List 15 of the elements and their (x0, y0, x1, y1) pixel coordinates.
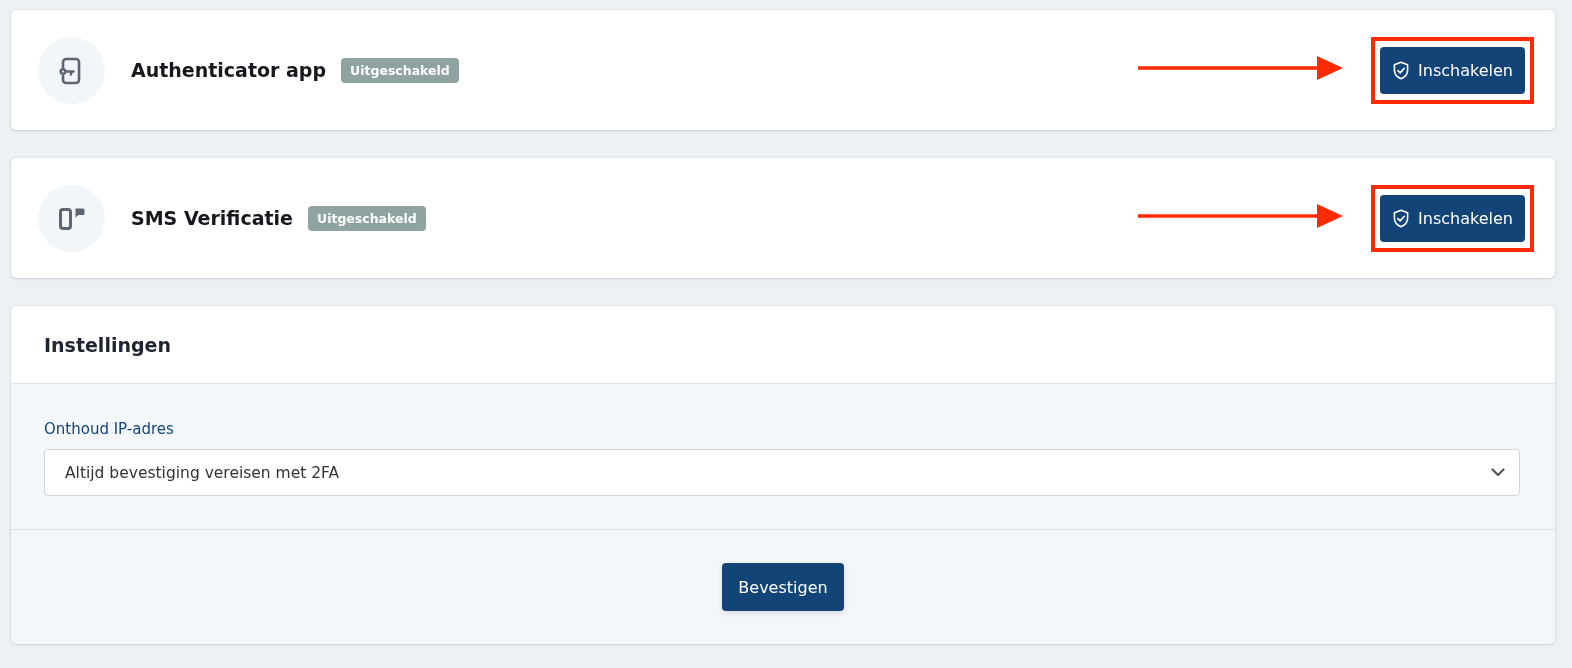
confirm-button[interactable]: Bevestigen (722, 563, 844, 611)
chevron-down-icon (1491, 468, 1505, 477)
status-badge: Uitgeschakeld (308, 205, 426, 231)
enable-button[interactable]: Inschakelen (1380, 46, 1525, 94)
enable-button[interactable]: Inschakelen (1380, 194, 1525, 242)
phone-key-icon (38, 36, 105, 104)
section-title: Instellingen (44, 333, 171, 356)
dropdown-field[interactable]: Altijd bevestiging vereisen met 2FA (44, 449, 1520, 496)
shield-check-icon (1393, 60, 1410, 80)
method-title: Authenticator app (131, 59, 327, 81)
shield-check-icon (1393, 208, 1410, 228)
method-title: SMS Verificatie (131, 207, 293, 229)
field-label: Onthoud IP-adres (44, 420, 174, 438)
status-badge: Uitgeschakeld (341, 57, 459, 83)
phone-message-icon (38, 184, 105, 252)
